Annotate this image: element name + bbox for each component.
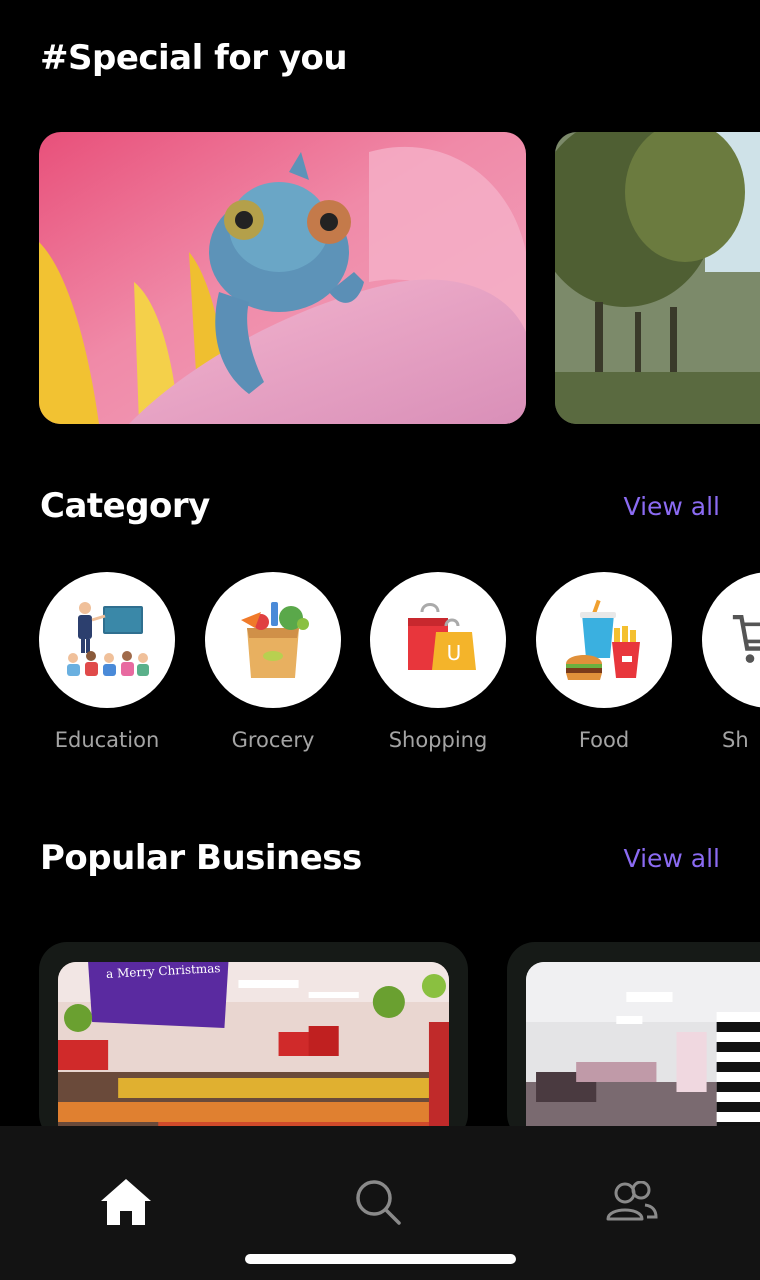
category-circle	[39, 572, 175, 708]
category-circle	[536, 572, 672, 708]
business-card-supermarket[interactable]: a Merry Christmas	[39, 942, 468, 1142]
category-label-partial: Sh	[722, 728, 749, 752]
category-circle	[205, 572, 341, 708]
svg-text:U: U	[447, 641, 462, 665]
home-indicator[interactable]	[245, 1254, 516, 1264]
supermarket-image: a Merry Christmas	[58, 962, 449, 1142]
category-circle: U	[370, 572, 506, 708]
special-card-chameleon[interactable]	[39, 132, 526, 424]
category-label-shopping: Shopping	[388, 728, 488, 752]
category-circle	[702, 572, 760, 708]
popular-view-all-link[interactable]: View all	[624, 844, 720, 873]
fast-food-icon	[566, 599, 640, 680]
category-item-food[interactable]: Food	[536, 572, 672, 752]
category-item-shopping[interactable]: U Shopping	[370, 572, 506, 752]
category-label-grocery: Grocery	[231, 728, 315, 752]
chameleon-image	[39, 132, 526, 424]
people-icon	[606, 1181, 658, 1221]
category-label-food: Food	[578, 728, 630, 752]
category-label-education: Education	[54, 728, 160, 752]
nav-home-button[interactable]	[90, 1166, 162, 1238]
category-item-education[interactable]: Education	[39, 572, 175, 752]
nav-search-button[interactable]	[342, 1166, 414, 1238]
nav-people-button[interactable]	[596, 1166, 668, 1238]
special-title: #Special for you	[40, 38, 348, 78]
home-screen: #Special for you Category View all Educa…	[0, 0, 760, 1280]
shopping-cart-icon	[732, 615, 760, 663]
home-icon	[101, 1179, 151, 1225]
search-icon	[356, 1180, 401, 1225]
grocery-icon	[241, 602, 309, 678]
category-item-partial[interactable]: Sh	[702, 572, 760, 752]
special-card-outdoor[interactable]	[555, 132, 760, 424]
category-view-all-link[interactable]: View all	[624, 492, 720, 521]
business-card-store[interactable]	[507, 942, 760, 1142]
shopping-bags-icon: U	[408, 603, 476, 670]
education-icon	[67, 602, 149, 676]
popular-title: Popular Business	[40, 838, 362, 878]
category-item-grocery[interactable]: Grocery	[205, 572, 341, 752]
outdoor-image	[555, 132, 760, 424]
category-title: Category	[40, 486, 210, 526]
store-image	[526, 962, 760, 1142]
